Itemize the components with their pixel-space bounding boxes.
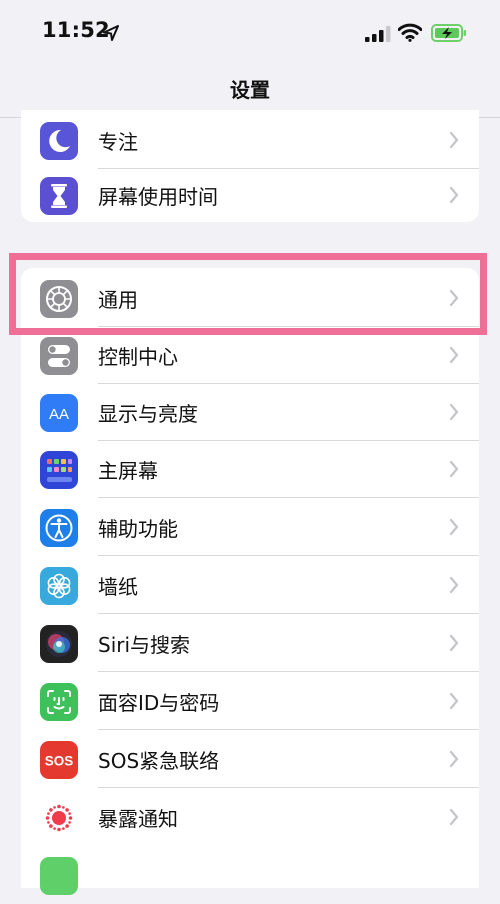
- settings-row-label: 墙纸: [98, 575, 138, 599]
- text-size-icon: AA: [40, 394, 78, 432]
- chevron-right-icon: [449, 692, 459, 710]
- settings-row-label: 专注: [98, 130, 138, 154]
- chevron-right-icon: [449, 403, 459, 421]
- settings-row-wallpaper[interactable]: 墙纸: [21, 557, 479, 614]
- row-separator: [98, 613, 479, 614]
- gear-icon: [40, 280, 78, 318]
- hourglass-icon: [40, 177, 78, 215]
- sos-icon: SOS: [40, 741, 78, 779]
- row-separator: [98, 497, 479, 498]
- wifi-icon: [398, 23, 422, 42]
- status-time: 11:52: [42, 18, 110, 42]
- settings-group-main: 通用 控制中心 AA 显示与亮度 主屏幕 辅助功能 墙纸 Siri与搜索 面容I…: [21, 268, 479, 895]
- exposure-icon: [40, 799, 78, 837]
- settings-row-accessibility[interactable]: 辅助功能: [21, 499, 479, 556]
- settings-row-screen-time[interactable]: 屏幕使用时间: [21, 167, 479, 224]
- accessibility-icon: [40, 509, 78, 547]
- settings-row-siri-search[interactable]: Siri与搜索: [21, 615, 479, 672]
- partial-app-icon: [40, 857, 78, 895]
- chevron-right-icon: [449, 634, 459, 652]
- moon-icon: [40, 122, 78, 160]
- settings-row-emergency-sos[interactable]: SOS SOS紧急联络: [21, 731, 479, 788]
- chevron-right-icon: [449, 518, 459, 536]
- home-grid-icon: [40, 451, 78, 489]
- row-separator: [98, 671, 479, 672]
- settings-row-label: SOS紧急联络: [98, 749, 220, 773]
- svg-text:AA: AA: [49, 406, 69, 423]
- siri-icon: [40, 625, 78, 663]
- row-separator: [98, 729, 479, 730]
- svg-text:SOS: SOS: [45, 754, 74, 769]
- chevron-right-icon: [449, 346, 459, 364]
- settings-row-display-brightness[interactable]: AA 显示与亮度: [21, 384, 479, 441]
- chevron-right-icon: [449, 576, 459, 594]
- toggles-icon: [40, 337, 78, 375]
- settings-row-label: 暴露通知: [98, 807, 178, 831]
- page-title: 设置: [230, 78, 270, 102]
- chevron-right-icon: [449, 131, 459, 149]
- chevron-right-icon: [449, 750, 459, 768]
- chevron-right-icon: [449, 460, 459, 478]
- status-bar: 11:52: [0, 0, 500, 62]
- settings-row-label: 显示与亮度: [98, 402, 198, 426]
- row-separator: [98, 787, 479, 788]
- settings-row-label: 控制中心: [98, 345, 178, 369]
- settings-row-face-id[interactable]: 面容ID与密码: [21, 673, 479, 730]
- settings-row-exposure-notifications[interactable]: 暴露通知: [21, 789, 479, 846]
- settings-row-label: 面容ID与密码: [98, 691, 220, 715]
- settings-row-label: 屏幕使用时间: [98, 185, 218, 209]
- settings-row-focus[interactable]: 专注: [21, 112, 479, 169]
- cellular-signal-icon: [365, 26, 391, 42]
- location-arrow-icon: [103, 25, 119, 41]
- settings-group-focus: 专注 屏幕使用时间: [21, 110, 479, 222]
- row-separator: [98, 555, 479, 556]
- settings-row-label: 辅助功能: [98, 517, 178, 541]
- settings-row-label: 通用: [98, 288, 138, 312]
- chevron-right-icon: [449, 186, 459, 204]
- chevron-right-icon: [449, 808, 459, 826]
- flower-icon: [40, 567, 78, 605]
- settings-row-general[interactable]: 通用: [21, 270, 479, 327]
- chevron-right-icon: [449, 289, 459, 307]
- settings-row-partial[interactable]: [21, 847, 479, 904]
- settings-row-label: 主屏幕: [98, 459, 158, 483]
- settings-row-label: Siri与搜索: [98, 633, 191, 657]
- settings-row-control-center[interactable]: 控制中心: [21, 327, 479, 384]
- settings-row-home-screen[interactable]: 主屏幕: [21, 441, 479, 498]
- battery-charging-icon: [431, 24, 466, 42]
- face-id-icon: [40, 683, 78, 721]
